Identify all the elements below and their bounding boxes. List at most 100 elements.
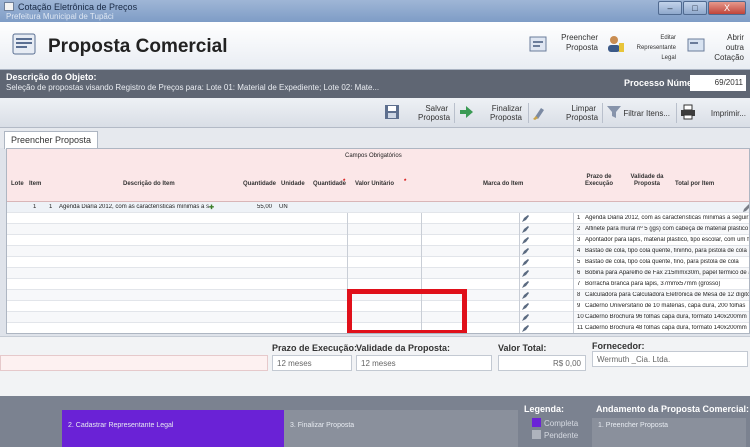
row-index: 11 <box>577 325 584 331</box>
row-index: 9 <box>577 303 581 309</box>
row-index: 6 <box>577 270 581 276</box>
row-index: 10 <box>577 314 584 320</box>
brand-lookup-icon[interactable] <box>521 225 530 234</box>
column-divider <box>519 323 520 333</box>
column-divider <box>519 312 520 323</box>
column-divider <box>573 279 574 290</box>
proposal-validity-field[interactable]: 12 meses <box>356 355 492 371</box>
finalize-proposal-button[interactable]: Finalizar Proposta <box>458 101 524 125</box>
column-divider <box>519 290 520 301</box>
row-index: 5 <box>577 259 581 265</box>
row-description: Alfinete para mural nº 5 (jgs) com cabeç… <box>585 226 749 232</box>
legend-pending-label: Pendente <box>544 431 579 440</box>
row-index: 3 <box>577 237 581 243</box>
column-divider <box>519 224 520 235</box>
print-label: Imprimir... <box>710 109 746 118</box>
object-value: Seleção de propostas visando Registro de… <box>6 83 380 92</box>
save-proposal-label: Salvar Proposta <box>418 104 451 122</box>
edit-representative-button[interactable]: Editar Representante Legal <box>606 30 680 61</box>
required-star: * <box>404 179 407 185</box>
col-quantity: Quantidade <box>243 181 277 187</box>
brand-lookup-icon[interactable] <box>521 269 530 278</box>
column-divider <box>421 257 422 268</box>
column-divider <box>573 235 574 246</box>
column-divider <box>573 323 574 333</box>
column-divider <box>519 257 520 268</box>
brand-lookup-icon[interactable] <box>521 324 530 333</box>
required-star: * <box>343 179 346 185</box>
open-quote-button[interactable]: Abrir outra Cotação <box>686 30 748 62</box>
row-index: 7 <box>577 281 581 287</box>
app-icon <box>4 2 14 11</box>
column-divider <box>421 213 422 224</box>
row-description: Bobina para Aparelho de Fax 215mmx30m, p… <box>585 270 749 276</box>
cell-description: Agenda Diária 2012, com as característic… <box>59 204 209 210</box>
execution-term-label: Prazo de Execução: <box>272 343 358 353</box>
supplier-label: Fornecedor: <box>592 341 645 351</box>
close-button[interactable]: X <box>708 1 746 15</box>
brand-lookup-icon[interactable] <box>521 247 530 256</box>
brand-lookup-icon[interactable] <box>521 313 530 322</box>
expand-plus-icon[interactable]: ✚ <box>209 204 214 211</box>
stage-register-representative[interactable]: 2. Cadastrar Representante Legal <box>62 410 284 447</box>
stage-finalize-proposal[interactable]: 3. Finalizar Proposta <box>284 410 518 447</box>
column-divider <box>347 235 348 246</box>
cell-lote: 1 <box>33 204 37 210</box>
table-row[interactable]: 2 Alfinete para mural nº 5 (jgs) com cabe… <box>7 224 749 235</box>
window-title: Cotação Eletrônica de Preços <box>18 2 138 12</box>
table-row[interactable]: 3 Apontador para lápis, material plástico… <box>7 235 749 246</box>
row-index: 1 <box>577 215 581 221</box>
row-description: Caderno Universitário de 10 matérias, ca… <box>585 303 746 309</box>
column-divider <box>573 224 574 235</box>
filter-items-button[interactable]: Filtrar Itens... <box>606 101 672 125</box>
fill-proposal-button[interactable]: Preencher Proposta <box>528 30 602 60</box>
print-button[interactable]: Imprimir... <box>680 101 748 125</box>
legend-complete: Completa <box>532 418 578 428</box>
col-unit: Unidade <box>281 181 305 187</box>
legend-label: Legenda: <box>524 404 565 414</box>
col-quoted-quantity: Quantidade <box>313 181 347 187</box>
column-divider <box>421 224 422 235</box>
table-row[interactable]: 6 Bobina para Aparelho de Fax 215mmx30m, … <box>7 268 749 279</box>
minimize-button[interactable]: – <box>658 1 682 15</box>
table-row[interactable]: 4 Bastão de cola, tipo cola quente, finin… <box>7 246 749 257</box>
brand-lookup-icon[interactable] <box>521 258 530 267</box>
supplier-field[interactable]: Wermuth _Cia. Ltda. <box>592 351 748 367</box>
total-value-label: Valor Total: <box>498 343 547 353</box>
row-description: Caderno Brochura 48 folhas capa dura, fo… <box>585 325 747 331</box>
save-icon <box>385 105 399 119</box>
col-proposal-validity: Validade da Proposta <box>630 174 664 187</box>
col-brand: Marca do Item <box>483 181 524 187</box>
brand-lookup-icon[interactable] <box>521 302 530 311</box>
tab-fill-proposal[interactable]: Preencher Proposta <box>4 131 99 149</box>
toolbar-separator <box>602 103 603 123</box>
brand-lookup-icon[interactable] <box>521 291 530 300</box>
process-number-field[interactable]: 69/2011 <box>690 75 746 91</box>
clear-proposal-button[interactable]: Limpar Proposta <box>532 101 598 125</box>
required-fields-caption: Campos Obrigatórios <box>345 153 402 159</box>
progress-title: Andamento da Proposta Comercial: <box>596 404 750 414</box>
column-divider <box>519 235 520 246</box>
execution-term-field[interactable]: 12 meses <box>272 355 352 371</box>
brand-lookup-icon[interactable] <box>521 214 530 223</box>
toolbar-separator <box>676 103 677 123</box>
brand-lookup-icon[interactable] <box>521 236 530 245</box>
table-row[interactable]: 5 Bastão de cola, tipo cola quente, fino,… <box>7 257 749 268</box>
col-item: Item <box>29 181 42 187</box>
edit-pencil-icon[interactable] <box>742 204 750 213</box>
column-divider <box>519 246 520 257</box>
filter-icon <box>607 106 621 118</box>
save-proposal-button[interactable]: Salvar Proposta <box>384 101 450 125</box>
stage-fill-proposal[interactable]: 1. Preencher Proposta <box>592 418 746 447</box>
row-description: Borracha branca para lápis, 37mmx57mm (g… <box>585 281 721 287</box>
finalize-icon <box>460 106 473 118</box>
table-row[interactable]: 1 Agenda Diária 2012, com as característi… <box>7 213 749 224</box>
toolbar-separator <box>454 103 455 123</box>
items-grid: Campos Obrigatórios Lote Item Descrição … <box>6 148 750 334</box>
column-divider <box>347 257 348 268</box>
table-row[interactable]: 1 1 Agenda Diária 2012, com as caracterí… <box>7 202 749 213</box>
brand-lookup-icon[interactable] <box>521 280 530 289</box>
column-divider <box>347 246 348 257</box>
row-index: 2 <box>577 226 581 232</box>
maximize-button[interactable]: □ <box>683 1 707 15</box>
